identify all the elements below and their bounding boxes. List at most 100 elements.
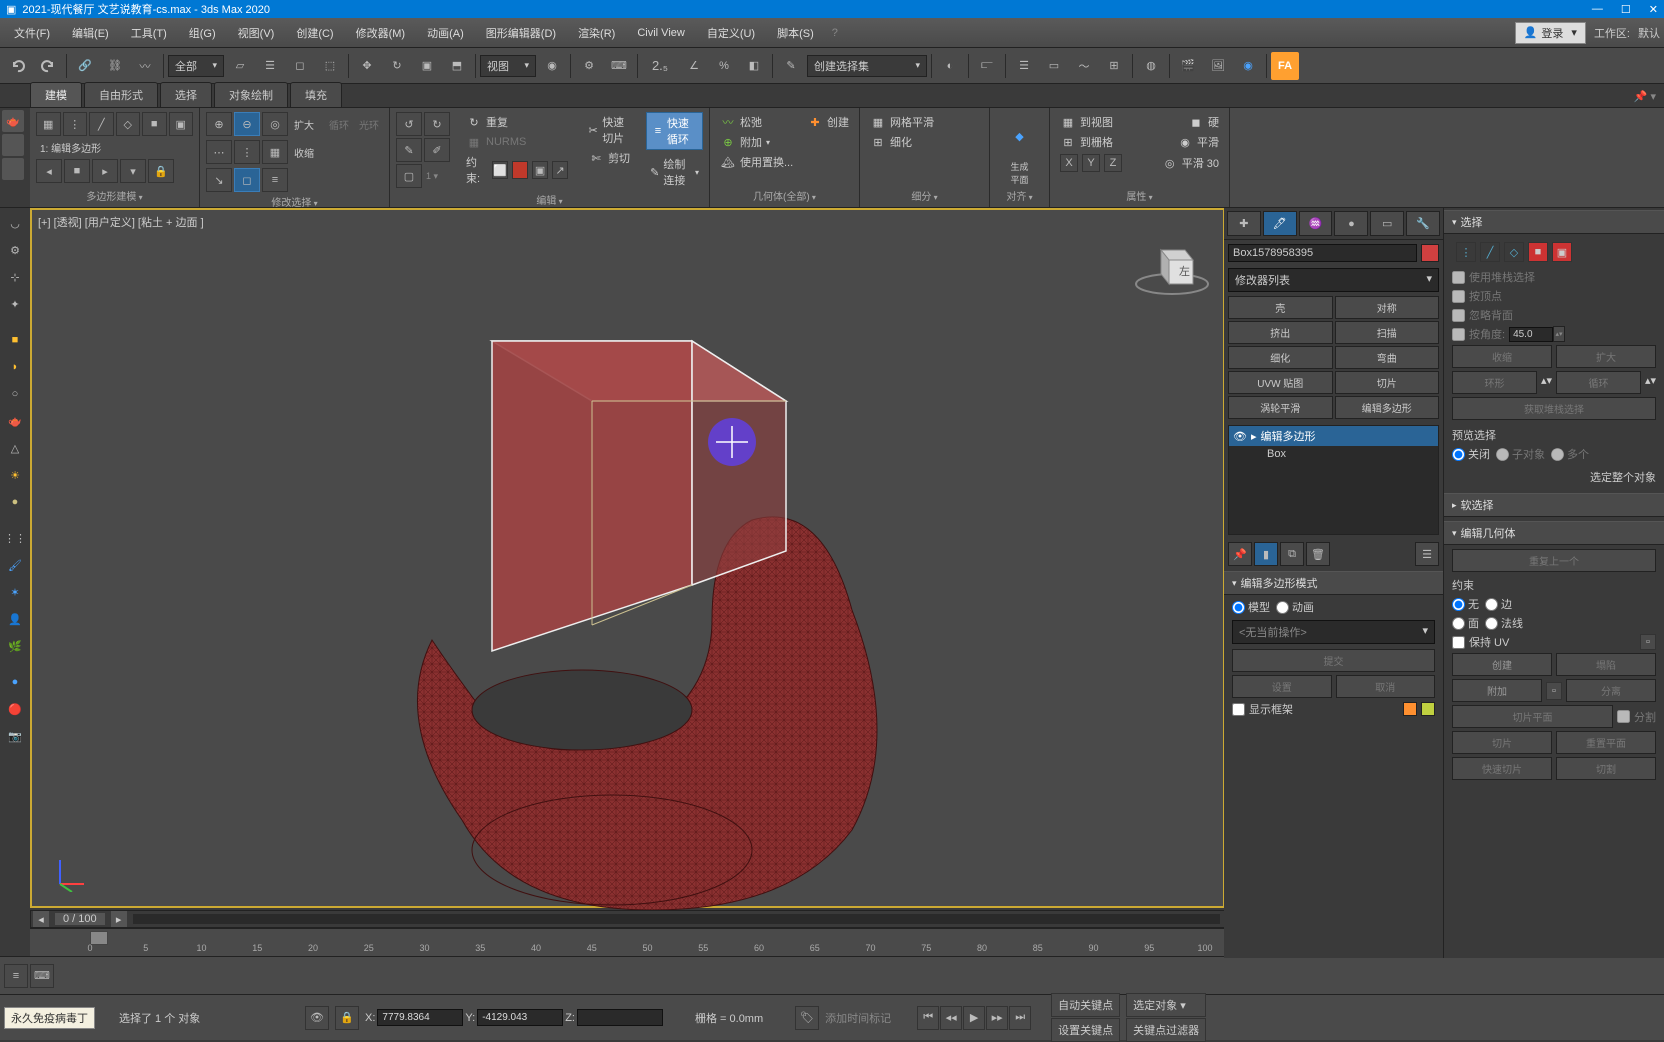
timeline-track[interactable] [133, 914, 1220, 924]
eg-attach-button[interactable]: 附加 [1452, 679, 1542, 702]
menu-file[interactable]: 文件(F) [4, 21, 60, 45]
edit-named-sel-button[interactable]: ✎ [777, 52, 805, 80]
ribbon-pin-icon[interactable]: 📌 ▾ [1626, 86, 1664, 107]
object-color-swatch[interactable] [1421, 244, 1439, 262]
smooth30-label[interactable]: 平滑 30 [1182, 155, 1219, 171]
angle-snap-button[interactable]: ∠ [680, 52, 708, 80]
select-object-button[interactable]: ▱ [226, 52, 254, 80]
window-crossing-button[interactable]: ⬚ [316, 52, 344, 80]
stack-editpoly-row[interactable]: 👁 ▸ 编辑多边形 [1229, 426, 1438, 446]
rgb-icon[interactable]: 🔴 [3, 697, 27, 721]
leaf-icon[interactable]: 🌿 [3, 634, 27, 658]
dot-ring-icon[interactable]: ⋮ [234, 140, 260, 164]
attach-settings-icon[interactable]: ▫ [1546, 682, 1562, 700]
sphere-icon2[interactable]: ● [3, 490, 27, 514]
dots-icon[interactable]: ⋮⋮ [3, 526, 27, 550]
ring-spin[interactable]: ▴▾ [1541, 374, 1552, 392]
configure-icon[interactable]: ☰ [1415, 542, 1439, 566]
constraint-none-icon[interactable]: ⬜ [492, 161, 508, 179]
tessellate-label[interactable]: 细化 [890, 134, 912, 150]
selection-filter-dropdown[interactable]: 全部 [168, 55, 224, 77]
layer-explorer-button[interactable]: ☰ [1010, 52, 1038, 80]
mod-turbosmooth-button[interactable]: 涡轮平滑 [1228, 396, 1333, 419]
lock-icon[interactable]: 🔒 [148, 159, 174, 183]
mod-symmetry-button[interactable]: 对称 [1335, 296, 1440, 319]
prev-mod-icon[interactable]: ◂ [36, 159, 62, 183]
smooth-label[interactable]: 平滑 [1197, 134, 1219, 150]
ribbon-tab-populate[interactable]: 填充 [290, 82, 342, 107]
paintconn-label[interactable]: 绘制连接 [663, 156, 689, 188]
snap-icon[interactable]: ⊹ [3, 265, 27, 289]
viewport[interactable]: [+] [透视] [用户定义] [粘土 + 边面 ] [30, 208, 1225, 908]
togrid-label[interactable]: 到栅格 [1080, 134, 1113, 150]
scale-button[interactable]: ▣ [413, 52, 441, 80]
rollout-editgeom-header[interactable]: 编辑几何体 [1444, 521, 1664, 545]
border-mode-icon[interactable]: ◇ [116, 112, 141, 136]
align-button[interactable]: ⫍ [973, 52, 1001, 80]
half-sphere-icon[interactable]: ◗ [3, 355, 27, 379]
z-button[interactable]: Z [1104, 154, 1122, 172]
eg-cut-button[interactable]: 切割 [1556, 757, 1656, 780]
eg-slice-button[interactable]: 切片 [1452, 731, 1552, 754]
eg-sliceplane-button[interactable]: 切片平面 [1452, 705, 1613, 728]
constraint-normal-icon[interactable]: ↗ [552, 161, 568, 179]
polygon-mode-icon[interactable]: ■ [142, 112, 167, 136]
undo-button[interactable] [4, 52, 32, 80]
menu-group[interactable]: 组(G) [179, 21, 226, 45]
isolate-icon[interactable]: 👁 [305, 1006, 329, 1030]
teapot-icon2[interactable]: 🫖 [3, 409, 27, 433]
placement-button[interactable]: ⬒ [443, 52, 471, 80]
polymode-anim-radio[interactable]: 动画 [1276, 599, 1314, 615]
workspace-value[interactable]: 默认 [1638, 25, 1660, 41]
menu-modifiers[interactable]: 修改器(M) [346, 21, 416, 45]
loop-spin[interactable]: ▴▾ [1645, 374, 1656, 392]
mod-bend-button[interactable]: 弯曲 [1335, 346, 1440, 369]
group-subdiv-header[interactable]: 细分 [866, 186, 983, 203]
curve-editor-button[interactable]: 〜 [1070, 52, 1098, 80]
script-mini-icon[interactable]: ⌨ [30, 964, 54, 988]
dot-loop-icon[interactable]: ⋯ [206, 140, 232, 164]
maximize-icon[interactable]: ☐ [1621, 3, 1631, 16]
z-coord-input[interactable] [577, 1009, 663, 1026]
commit-button[interactable]: 提交 [1232, 649, 1435, 672]
constraint-normal-radio[interactable]: 法线 [1485, 615, 1523, 631]
time-tag-label[interactable]: 添加时间标记 [825, 1010, 891, 1026]
mod-shell-button[interactable]: 壳 [1228, 296, 1333, 319]
toggle-end-icon[interactable]: ■ [64, 159, 90, 183]
group-align-header[interactable]: 对齐 [1006, 186, 1032, 203]
ribbon-tab-modeling[interactable]: 建模 [30, 82, 82, 107]
goto-end-icon[interactable]: ⏭ [1009, 1006, 1031, 1030]
edge-mode-icon[interactable]: ╱ [89, 112, 114, 136]
create-tab-icon[interactable]: ✚ [1227, 211, 1261, 236]
settings-button[interactable]: 设置 [1232, 675, 1332, 698]
motion-tab-icon[interactable]: ● [1334, 211, 1368, 236]
current-op-dropdown[interactable]: <无当前操作> [1232, 620, 1435, 644]
swiftloop-icon[interactable]: ↺ [396, 112, 422, 136]
snap-toggle-button[interactable]: 2.₅ [642, 52, 678, 80]
eye-icon[interactable]: 👁 [1233, 430, 1247, 443]
makeplanar-icon[interactable]: ◆ [1002, 112, 1038, 160]
group-geom-header[interactable]: 几何体(全部) [716, 186, 853, 203]
pin-stack-icon[interactable]: 📌 [1228, 542, 1252, 566]
box-icon[interactable] [2, 134, 24, 156]
menu-create[interactable]: 创建(C) [286, 21, 343, 45]
teapot-icon[interactable]: 🫖 [2, 110, 24, 132]
getstacksel-button[interactable]: 获取堆栈选择 [1452, 397, 1656, 420]
manipulate-button[interactable]: ⚙ [575, 52, 603, 80]
x-coord-input[interactable] [377, 1009, 463, 1026]
subobj-border-icon[interactable]: ◇ [1504, 242, 1524, 262]
grow-sel-button[interactable]: 扩大 [1556, 345, 1656, 368]
named-selection-dropdown[interactable]: 创建选择集 [807, 55, 927, 77]
cone-icon2[interactable]: △ [3, 436, 27, 460]
next-mod-icon[interactable]: ▸ [92, 159, 118, 183]
menu-civilview[interactable]: Civil View [627, 23, 694, 43]
cage-color2[interactable] [1421, 702, 1435, 716]
toview-label[interactable]: 到视图 [1080, 114, 1113, 130]
constraint-none-radio[interactable]: 无 [1452, 596, 1479, 612]
keyboard-shortcut-button[interactable]: ⌨ [605, 52, 633, 80]
shrink-sel-button[interactable]: 收缩 [1452, 345, 1552, 368]
modifier-stack[interactable]: 👁 ▸ 编辑多边形 Box [1228, 425, 1439, 535]
eg-create-button[interactable]: 创建 [1452, 653, 1552, 676]
ribbon-tab-freeform[interactable]: 自由形式 [84, 82, 158, 107]
eg-detach-button[interactable]: 分离 [1566, 679, 1656, 702]
